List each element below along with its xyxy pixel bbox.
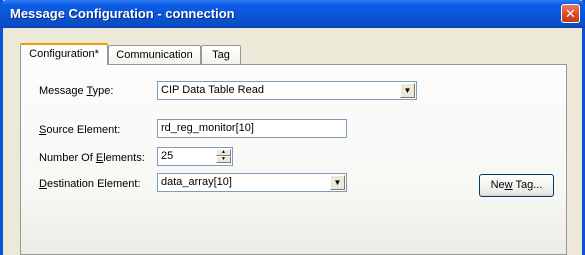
chevron-down-icon[interactable]: ▼ [330,175,345,190]
chevron-down-icon[interactable]: ▼ [400,83,415,98]
spin-up-icon[interactable]: ▲ [216,149,231,156]
number-of-elements-value: 25 [161,150,174,162]
source-element-input[interactable]: rd_reg_monitor[10] [157,119,347,138]
source-element-label: Source Element: [39,124,121,136]
spin-down-icon[interactable]: ▼ [216,156,231,163]
message-type-label: Message Type: [39,85,114,97]
new-tag-button[interactable]: New Tag... [479,174,554,197]
tab-label: Tag [212,49,230,61]
tab-tag[interactable]: Tag [201,45,241,64]
tab-communication[interactable]: Communication [108,45,201,64]
window-title: Message Configuration - connection [10,6,235,21]
destination-element-value: data_array[10] [161,176,232,188]
number-of-elements-label: Number Of Elements: [39,152,145,164]
message-type-select[interactable]: CIP Data Table Read ▼ [157,81,417,100]
spin-buttons: ▲ ▼ [216,149,231,164]
tab-configuration[interactable]: Configuration* [20,43,108,65]
number-of-elements-stepper[interactable]: 25 ▲ ▼ [157,147,233,166]
tab-label: Configuration* [29,48,99,60]
destination-element-select[interactable]: data_array[10] ▼ [157,173,347,192]
source-element-value: rd_reg_monitor[10] [161,122,254,134]
tab-label: Communication [116,49,193,61]
destination-element-label: Destination Element: [39,178,141,190]
message-type-value: CIP Data Table Read [161,84,264,96]
close-button[interactable]: ✕ [561,4,580,23]
tab-panel: Message Type: CIP Data Table Read ▼ Sour… [20,64,567,255]
title-bar[interactable]: Message Configuration - connection ✕ [0,0,585,28]
close-icon: ✕ [565,6,576,21]
